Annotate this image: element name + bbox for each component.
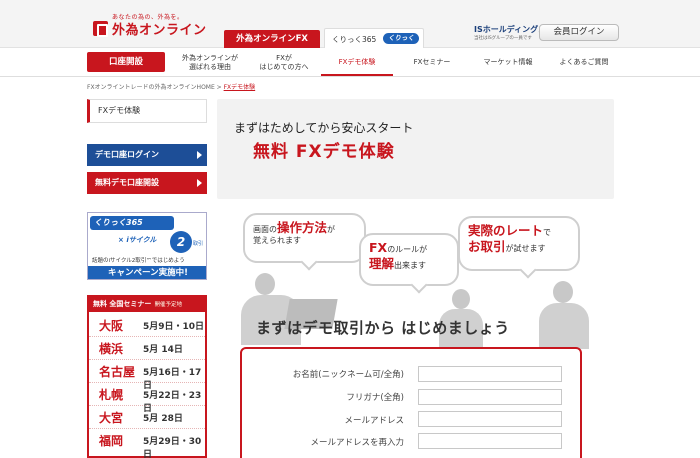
seminar-dates: 5月 14日 [143, 345, 183, 355]
bubble-2-highlight: FX [369, 240, 388, 255]
bubble-2-line2: 理解 [369, 255, 395, 271]
breadcrumb-separator: > [214, 84, 224, 91]
banner-icycle-text: iサイクル [126, 236, 157, 244]
bubble-3-line2-post: が試せます [505, 243, 546, 253]
kurikku365-logo-icon: くりっく365 [383, 33, 419, 53]
bubble-3-highlight: 実際のレート [468, 223, 544, 238]
nav-item-beginners[interactable]: FXが はじめての方へ [250, 49, 318, 76]
seminar-row[interactable]: 名古屋 5月16日・17日 [89, 361, 205, 391]
breadcrumb-home-link[interactable]: FXオンライントレードの外為オンラインHOME [87, 84, 215, 91]
seminar-header-sub: 開催予定地 [154, 302, 182, 308]
kurikku365-badge: くりっく365 [90, 216, 174, 230]
seminar-header-title: 無料 全国セミナー [93, 300, 152, 308]
hero-title: 無料 FXデモ体験 [253, 142, 395, 162]
start-heading: まずはデモ取引から はじめましょう [256, 319, 510, 337]
email-input[interactable] [418, 411, 562, 427]
speech-bubble-rules: FXのルールが 理解出来ます [359, 233, 459, 286]
demo-open-label: 無料デモ口座開設 [95, 178, 159, 187]
seminar-dates: 5月 28日 [143, 414, 183, 424]
site-logo[interactable]: 外為オンライン [112, 19, 207, 38]
bubble-1-pre: 画面の [253, 225, 277, 234]
demo-account-open-button[interactable]: 無料デモ口座開設 [87, 172, 207, 194]
seminar-city: 大阪 [99, 319, 124, 333]
email-confirm-input[interactable] [418, 433, 562, 449]
arrow-right-icon [197, 179, 202, 187]
speech-bubble-operation: 画面の操作方法が 覚えられます [243, 213, 366, 263]
nav-active-indicator [321, 74, 393, 76]
bubble-1-post: が [327, 225, 336, 234]
banner-campaign: キャンペーン実施中! [88, 266, 206, 279]
bubble-1-line2: 覚えられます [253, 235, 301, 245]
nav-item-fx-seminar[interactable]: FXセミナー [396, 49, 468, 76]
tab-kurikku-label: くりっく365 [332, 35, 377, 44]
bubble-2-line2-post: 出来ます [394, 260, 427, 270]
email-confirm-label: メールアドレスを再入力 [310, 438, 404, 448]
seminar-header: 無料 全国セミナー 開催予定地 [89, 297, 205, 312]
banner-cross: × [118, 236, 124, 244]
seminar-row[interactable]: 大阪 5月9日・10日 [89, 315, 205, 337]
person-head-center [452, 289, 470, 309]
holdings-caption: 当社はISグループの一員です [474, 36, 532, 41]
holdings-logo[interactable]: ISホールディングス [474, 24, 546, 35]
tab-kurikku365[interactable]: くりっく365 くりっく365 [324, 28, 424, 53]
seminar-city: 名古屋 [99, 365, 136, 379]
account-open-button[interactable]: 口座開設 [87, 52, 165, 72]
person-body-right [539, 303, 589, 349]
seminar-city: 大宮 [99, 411, 124, 425]
breadcrumb-current[interactable]: FXデモ体験 [224, 84, 256, 91]
nav-item-faq[interactable]: よくあるご質問 [548, 49, 620, 76]
logo-icon[interactable] [93, 21, 108, 37]
nav-item-market-info[interactable]: マーケット情報 [468, 49, 548, 76]
bubble-3-post: で [543, 228, 552, 237]
banner-caption: 話題のiサイクル2取引™ではじめよう [92, 258, 185, 264]
nav-item-why-us[interactable]: 外為オンラインが 選ばれる理由 [172, 49, 248, 76]
name-label: お名前(ニックネーム可/全角) [292, 370, 404, 380]
member-login-button[interactable]: 会員ログイン [539, 24, 619, 41]
banner-two-icon: 2 [170, 231, 192, 253]
campaign-banner[interactable]: くりっく365 × iサイクル 2 取引 話題のiサイクル2取引™ではじめよう … [87, 212, 207, 280]
furigana-input[interactable] [418, 389, 562, 405]
name-input[interactable] [418, 366, 562, 382]
person-head-left [255, 273, 275, 295]
furigana-label: フリガナ(全角) [346, 393, 404, 403]
tab-gaitame-fx[interactable]: 外為オンラインFX [224, 30, 320, 48]
nav-item-fx-demo[interactable]: FXデモ体験 [321, 49, 393, 76]
seminar-city: 福岡 [99, 434, 124, 448]
arrow-right-icon [197, 151, 202, 159]
bubble-1-highlight: 操作方法 [277, 220, 328, 235]
bubble-2-post: のルールが [387, 245, 428, 254]
banner-icycle: × iサイクル [118, 235, 156, 245]
seminar-row[interactable]: 福岡 5月29日・30日 [89, 430, 205, 458]
demo-login-button[interactable]: デモ口座ログイン [87, 144, 207, 166]
sidebar-title: FXデモ体験 [87, 99, 207, 123]
seminar-row[interactable]: 大宮 5月 28日 [89, 407, 205, 429]
person-head-right [553, 281, 573, 303]
bubble-3-line2: お取引 [468, 238, 506, 254]
email-label: メールアドレス [344, 416, 404, 426]
banner-torihiki: 取引 [193, 241, 204, 247]
seminar-dates: 5月9日・10日 [143, 322, 205, 332]
demo-login-label: デモ口座ログイン [95, 150, 159, 159]
hero-subtitle: まずはためしてから安心スタート [234, 121, 414, 135]
seminar-dates: 5月29日・30日 [143, 437, 202, 458]
breadcrumb: FXオンライントレードの外為オンラインHOME > FXデモ体験 [87, 82, 255, 91]
seminar-city: 横浜 [99, 342, 124, 356]
seminar-row[interactable]: 札幌 5月22日・23日 [89, 384, 205, 414]
seminar-schedule[interactable]: 無料 全国セミナー 開催予定地 大阪 5月9日・10日 横浜 5月 14日 名古屋 5月… [87, 295, 207, 458]
seminar-row[interactable]: 横浜 5月 14日 [89, 338, 205, 360]
speech-bubble-real-rate: 実際のレートで お取引が試せます [458, 216, 580, 271]
seminar-city: 札幌 [99, 388, 124, 402]
